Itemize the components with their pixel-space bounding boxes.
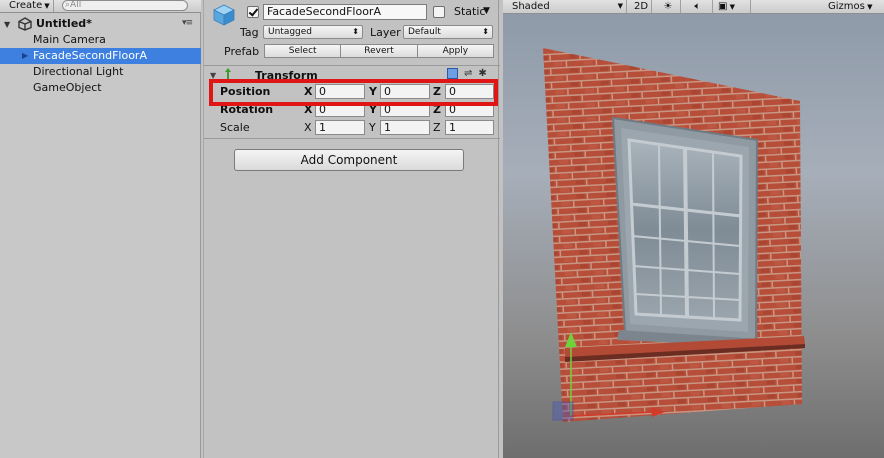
scale-z-field[interactable]: 1 [445, 120, 494, 135]
add-component-button[interactable]: Add Component [234, 149, 464, 171]
active-checkbox[interactable] [247, 6, 259, 18]
unity-logo-icon [18, 17, 32, 31]
prefab-revert-button[interactable]: Revert [341, 44, 418, 58]
create-label: Create [9, 0, 43, 11]
hierarchy-item-label: Directional Light [33, 65, 124, 78]
updown-arrow-icon: ⬍ [482, 27, 489, 36]
transform-header-icons: ⇌ ✱ [447, 68, 487, 79]
hierarchy-item-label: GameObject [33, 81, 102, 94]
scene-name: Untitled* [36, 17, 92, 30]
caret-down-icon: ▼ [44, 2, 50, 10]
static-dropdown-icon[interactable]: ▼ [483, 6, 490, 16]
hierarchy-toolbar: Create ▼ ⌕All [0, 0, 201, 13]
hierarchy-item-directional-light[interactable]: Directional Light [0, 64, 201, 80]
create-button[interactable]: Create ▼ [6, 0, 54, 12]
gizmos-label: Gizmos [828, 1, 865, 12]
tag-dropdown[interactable]: Untagged ⬍ [263, 25, 363, 39]
prefab-label: Prefab [224, 45, 260, 58]
toggle-2d-button[interactable]: 2D [631, 0, 653, 13]
gizmo-plane-handle[interactable] [552, 401, 574, 421]
tag-value: Untagged [268, 27, 313, 37]
static-label: Static [454, 5, 486, 18]
divider [204, 65, 500, 66]
scene-canvas[interactable] [503, 14, 884, 458]
axis-x-label: X [304, 121, 312, 134]
caret-down-icon: ▼ [617, 2, 623, 10]
hierarchy-item-gameobject[interactable]: GameObject [0, 80, 201, 96]
shading-mode-dropdown[interactable]: Shaded ▼ [509, 0, 627, 13]
scene-header-row[interactable]: ▼ Untitled* ▾≡ [0, 16, 201, 32]
hierarchy-search-input[interactable]: ⌕All [62, 0, 188, 11]
static-checkbox[interactable] [433, 6, 445, 18]
scale-label: Scale [220, 121, 250, 134]
layer-label: Layer [370, 26, 401, 39]
tag-label: Tag [240, 26, 259, 39]
layer-dropdown[interactable]: Default ⬍ [403, 25, 493, 39]
gameobject-cube-icon [213, 4, 235, 26]
gizmos-dropdown[interactable]: Gizmos ▼ [825, 0, 875, 13]
hierarchy-item-label: FacadeSecondFloorA [33, 49, 147, 62]
scale-y-field[interactable]: 1 [380, 120, 430, 135]
hierarchy-item-main-camera[interactable]: Main Camera [0, 32, 201, 48]
window[interactable] [611, 116, 759, 342]
caret-down-icon: ▼ [727, 3, 736, 11]
axis-y-label: Y [369, 121, 376, 134]
layer-value: Default [408, 27, 441, 37]
scene-menu-icon[interactable]: ▾≡ [182, 18, 193, 28]
mode-2d-label: 2D [634, 1, 649, 12]
search-placeholder: All [70, 0, 82, 10]
prefab-button-group: Select Revert Apply [264, 44, 494, 58]
help-book-icon[interactable] [447, 68, 458, 79]
expand-arrow-icon[interactable]: ▶ [22, 48, 28, 64]
hierarchy-item-label: Main Camera [33, 33, 106, 46]
effects-dropdown-icon[interactable]: ▣ ▼ [715, 0, 751, 13]
updown-arrow-icon: ⬍ [352, 27, 359, 36]
scene-toolbar: Shaded ▼ 2D ☀ 🔈︎ ▣ ▼ Gizmos ▼ [503, 0, 884, 14]
prefab-select-button[interactable]: Select [264, 44, 342, 58]
hierarchy-item-facadesecondfloora[interactable]: ▶ FacadeSecondFloorA [0, 48, 201, 64]
hierarchy-panel: Create ▼ ⌕All ▼ Untitled* ▾≡ Main Camera … [0, 0, 201, 458]
inspector-panel: FacadeSecondFloorA Static ▼ Tag Untagged… [203, 0, 500, 458]
audio-toggle-icon[interactable]: 🔈︎ [683, 0, 713, 13]
prefab-apply-button[interactable]: Apply [417, 44, 494, 58]
preset-icon[interactable]: ⇌ [464, 68, 472, 79]
lighting-toggle-icon[interactable]: ☀ [656, 0, 681, 13]
position-highlight-box [209, 79, 498, 106]
gear-icon[interactable]: ✱ [478, 68, 486, 79]
scale-x-field[interactable]: 1 [315, 120, 365, 135]
scene-view[interactable]: Shaded ▼ 2D ☀ 🔈︎ ▣ ▼ Gizmos ▼ [503, 0, 884, 458]
expand-triangle-icon[interactable]: ▼ [4, 20, 10, 29]
scale-row: Scale X 1 Y 1 Z 1 [204, 119, 500, 136]
shading-mode-value: Shaded [512, 1, 550, 12]
divider [204, 138, 500, 139]
axis-z-label: Z [433, 121, 441, 134]
object-name-field[interactable]: FacadeSecondFloorA [263, 4, 427, 20]
caret-down-icon: ▼ [864, 3, 873, 11]
